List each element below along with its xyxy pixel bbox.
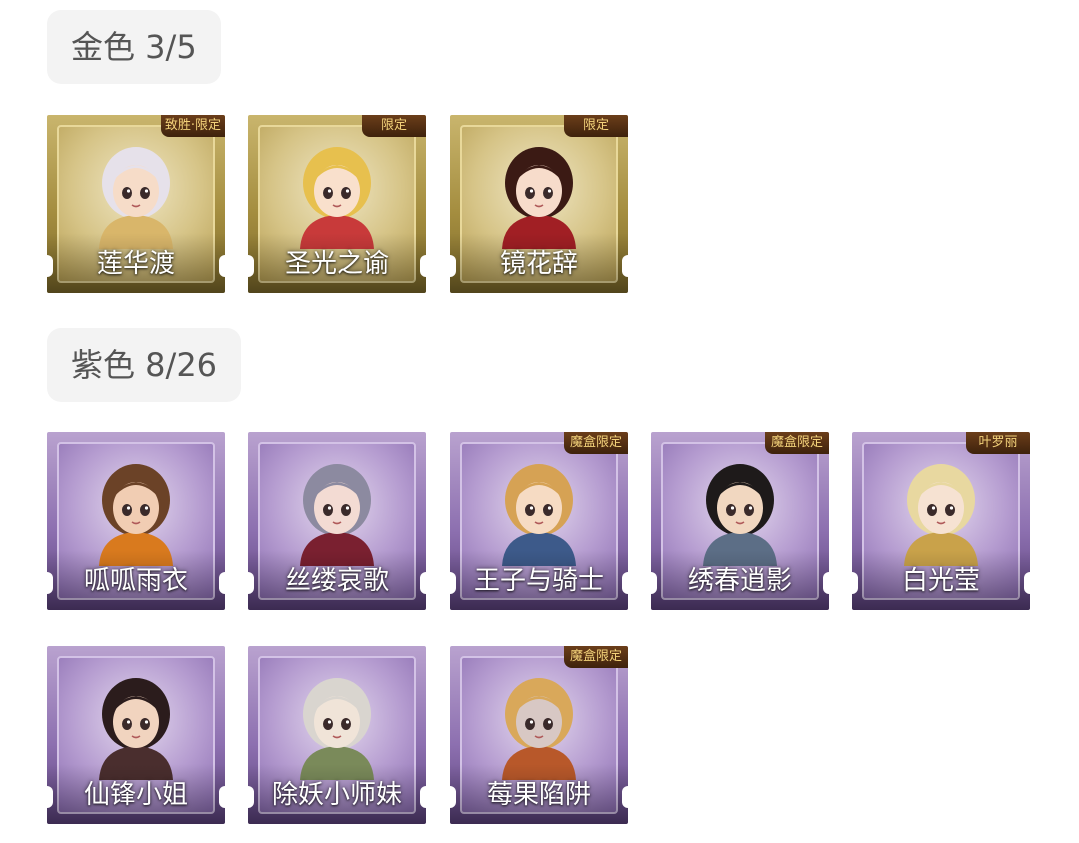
gold-section-header: 金色 3/5 (47, 10, 221, 84)
skin-name: 呱呱雨衣 (83, 566, 188, 596)
limited-badge: 致胜·限定 (161, 115, 225, 137)
limited-badge: 叶罗丽 (966, 432, 1030, 454)
limited-badge: 限定 (564, 115, 628, 137)
skin-card[interactable]: 王子与骑士 魔盒限定 (450, 432, 628, 610)
limited-badge: 魔盒限定 (765, 432, 829, 454)
limited-badge: 魔盒限定 (564, 646, 628, 668)
skin-name: 白光莹 (901, 566, 980, 596)
skin-name: 绣春逍影 (687, 566, 792, 596)
skin-card[interactable]: 莲华渡 致胜·限定 (47, 115, 225, 293)
skin-card[interactable]: 呱呱雨衣 (47, 432, 225, 610)
skin-name: 镜花辞 (499, 249, 578, 279)
skin-card[interactable]: 除妖小师妹 (248, 646, 426, 824)
skin-card[interactable]: 绣春逍影 魔盒限定 (651, 432, 829, 610)
skin-card[interactable]: 白光莹 叶罗丽 (852, 432, 1030, 610)
skin-name: 圣光之谕 (284, 249, 389, 279)
purple-section-header: 紫色 8/26 (47, 328, 242, 402)
skin-name: 除妖小师妹 (271, 780, 402, 810)
limited-badge: 限定 (362, 115, 426, 137)
skin-name: 莲华渡 (96, 249, 175, 279)
limited-badge: 魔盒限定 (564, 432, 628, 454)
skin-card[interactable]: 莓果陷阱 魔盒限定 (450, 646, 628, 824)
skin-name: 丝缕哀歌 (284, 566, 389, 596)
skin-name: 王子与骑士 (473, 566, 604, 596)
skin-card[interactable]: 仙锋小姐 (47, 646, 225, 824)
skin-name: 莓果陷阱 (486, 780, 591, 810)
skin-card[interactable]: 镜花辞 限定 (450, 115, 628, 293)
skin-name: 仙锋小姐 (83, 780, 188, 810)
skin-card[interactable]: 圣光之谕 限定 (248, 115, 426, 293)
skin-card[interactable]: 丝缕哀歌 (248, 432, 426, 610)
